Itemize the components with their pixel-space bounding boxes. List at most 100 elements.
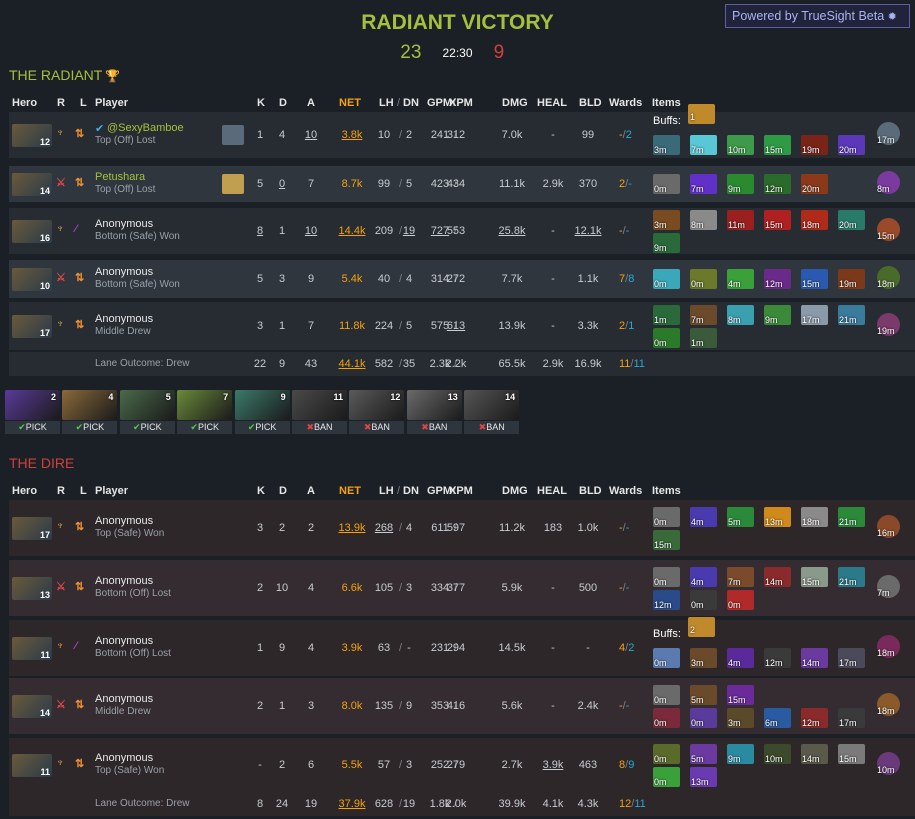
player-name-link[interactable]: Anonymous — [95, 575, 153, 587]
item-icon[interactable]: 20m — [838, 210, 865, 230]
item-icon[interactable]: 13m — [690, 767, 717, 787]
item-icon[interactable]: 3m — [690, 648, 717, 668]
item-icon[interactable]: 0m — [653, 328, 680, 348]
item-icon[interactable]: 11m — [727, 210, 754, 230]
item-icon[interactable]: 18m — [801, 507, 828, 527]
item-icon[interactable]: 7m — [727, 567, 754, 587]
item-icon[interactable]: 3m — [727, 708, 754, 728]
item-icon[interactable]: 17m — [838, 648, 865, 668]
hero-portrait[interactable]: 11 — [12, 754, 52, 777]
item-icon[interactable]: 15m — [801, 269, 828, 289]
item-icon[interactable]: 0m — [653, 567, 680, 587]
item-icon[interactable]: 18m — [801, 210, 828, 230]
item-icon[interactable]: 15m — [764, 135, 791, 155]
player-name-link[interactable]: Anonymous — [95, 515, 153, 527]
neutral-item-icon[interactable]: 15m — [877, 218, 900, 241]
neutral-item-icon[interactable]: 18m — [877, 266, 900, 289]
item-icon[interactable]: 12m — [653, 590, 680, 610]
item-icon[interactable]: 15m — [764, 210, 791, 230]
hero-portrait[interactable]: 10 — [12, 268, 52, 291]
item-icon[interactable]: 21m — [838, 305, 865, 325]
item-icon[interactable]: 12m — [764, 269, 791, 289]
item-icon[interactable]: 1m — [653, 305, 680, 325]
item-icon[interactable]: 5m — [690, 744, 717, 764]
player-name-link[interactable]: Anonymous — [95, 218, 153, 230]
item-icon[interactable]: 5m — [690, 685, 717, 705]
item-icon[interactable]: 0m — [653, 708, 680, 728]
player-name-link[interactable]: Anonymous — [95, 635, 153, 647]
item-icon[interactable]: 15m — [653, 530, 680, 550]
item-icon[interactable]: 6m — [764, 708, 791, 728]
item-icon[interactable]: 10m — [727, 135, 754, 155]
item-icon[interactable]: 17m — [801, 305, 828, 325]
neutral-item-icon[interactable]: 18m — [877, 635, 900, 658]
item-icon[interactable]: 4m — [690, 567, 717, 587]
hero-portrait[interactable]: 17 — [12, 517, 52, 540]
draft-ban[interactable]: 12 ✖BAN — [349, 390, 405, 434]
item-icon[interactable]: 13m — [764, 507, 791, 527]
neutral-item-icon[interactable]: 18m — [877, 693, 900, 716]
hero-portrait[interactable]: 14 — [12, 695, 52, 718]
draft-ban[interactable]: 13 ✖BAN — [406, 390, 462, 434]
player-name-link[interactable]: Anonymous — [95, 266, 153, 278]
player-name-link[interactable]: Anonymous — [95, 313, 153, 325]
player-name-link[interactable]: @SexyBamboe — [107, 122, 184, 134]
item-icon[interactable]: 12m — [764, 648, 791, 668]
item-icon[interactable]: 8m — [727, 305, 754, 325]
player-avatar[interactable] — [222, 125, 244, 145]
draft-pick[interactable]: 7 ✔PICK — [177, 390, 233, 434]
item-icon[interactable]: 0m — [690, 708, 717, 728]
hero-portrait[interactable]: 13 — [12, 577, 52, 600]
item-icon[interactable]: 7m — [690, 305, 717, 325]
item-icon[interactable]: 4m — [727, 648, 754, 668]
item-icon[interactable]: 15m — [801, 567, 828, 587]
draft-ban[interactable]: 14 ✖BAN — [464, 390, 520, 434]
item-icon[interactable]: 12m — [801, 708, 828, 728]
player-name-link[interactable]: Anonymous — [95, 752, 153, 764]
neutral-item-icon[interactable]: 10m — [877, 752, 900, 775]
draft-pick[interactable]: 2 ✔PICK — [5, 390, 60, 434]
item-icon[interactable]: 14m — [764, 567, 791, 587]
neutral-item-icon[interactable]: 7m — [877, 575, 900, 598]
draft-pick[interactable]: 9 ✔PICK — [234, 390, 290, 434]
item-icon[interactable]: 15m — [838, 744, 865, 764]
item-icon[interactable]: 20m — [838, 135, 865, 155]
item-icon[interactable]: 12m — [764, 174, 791, 194]
hero-portrait[interactable]: 17 — [12, 315, 52, 338]
item-icon[interactable]: 0m — [653, 767, 680, 787]
item-icon[interactable]: 3m — [653, 210, 680, 230]
item-icon[interactable]: 7m — [690, 174, 717, 194]
player-avatar[interactable] — [222, 174, 244, 194]
item-icon[interactable]: 0m — [653, 685, 680, 705]
item-icon[interactable]: 4m — [727, 269, 754, 289]
item-icon[interactable]: 19m — [838, 269, 865, 289]
item-icon[interactable]: 0m — [653, 744, 680, 764]
neutral-item-icon[interactable]: 19m — [877, 313, 900, 336]
draft-ban[interactable]: 11 ✖BAN — [292, 390, 347, 434]
item-icon[interactable]: 15m — [727, 685, 754, 705]
item-icon[interactable]: 3m — [653, 135, 680, 155]
hero-portrait[interactable]: 11 — [12, 637, 52, 660]
item-icon[interactable]: 21m — [838, 507, 865, 527]
item-icon[interactable]: 20m — [801, 174, 828, 194]
item-icon[interactable]: 17m — [838, 708, 865, 728]
item-icon[interactable]: 7m — [690, 135, 717, 155]
neutral-item-icon[interactable]: 8m — [877, 171, 900, 194]
item-icon[interactable]: 9m — [727, 174, 754, 194]
neutral-item-icon[interactable]: 17m — [877, 122, 900, 145]
item-icon[interactable]: 8m — [690, 210, 717, 230]
item-icon[interactable]: 9m — [727, 744, 754, 764]
item-icon[interactable]: 4m — [690, 507, 717, 527]
item-icon[interactable]: 14m — [801, 744, 828, 764]
hero-portrait[interactable]: 14 — [12, 173, 52, 196]
item-icon[interactable]: 21m — [838, 567, 865, 587]
powered-by-truesight-button[interactable]: Powered by TrueSight Beta ✹ — [725, 4, 910, 28]
draft-pick[interactable]: 5 ✔PICK — [119, 390, 175, 434]
item-icon[interactable]: 19m — [801, 135, 828, 155]
hero-portrait[interactable]: 12 — [12, 124, 52, 147]
buff-icon[interactable]: 1 — [688, 104, 715, 124]
item-icon[interactable]: 0m — [653, 507, 680, 527]
item-icon[interactable]: 5m — [727, 507, 754, 527]
item-icon[interactable]: 0m — [690, 590, 717, 610]
item-icon[interactable]: 0m — [653, 648, 680, 668]
